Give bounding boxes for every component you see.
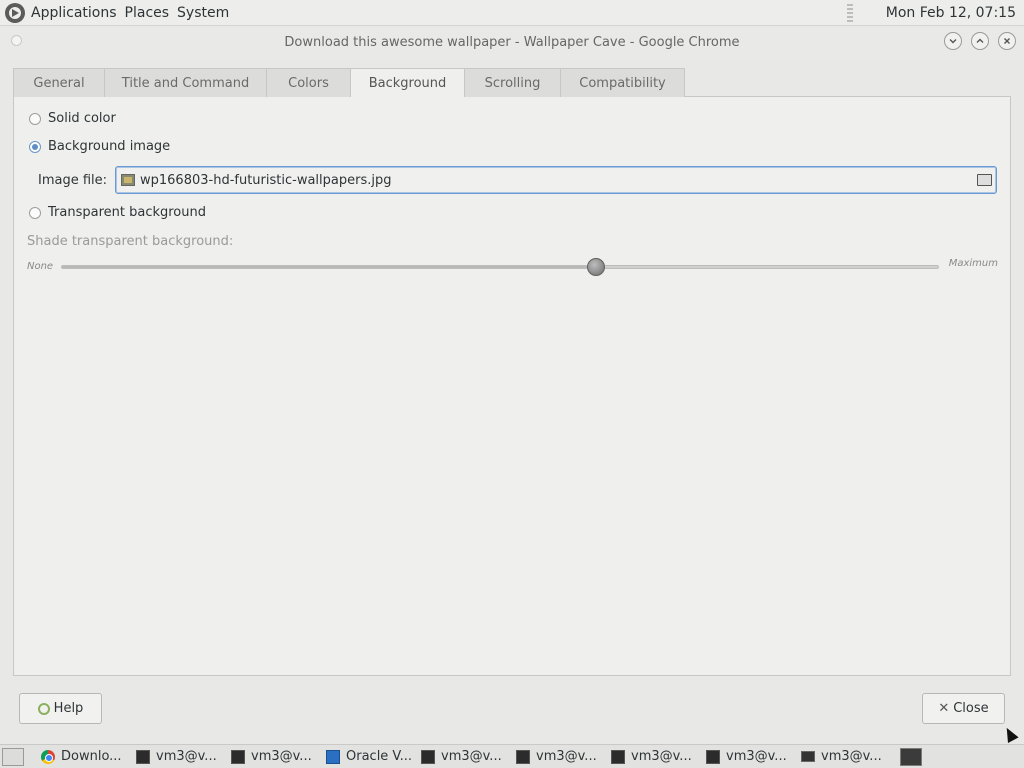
close-window-button[interactable] <box>998 32 1016 50</box>
places-menu[interactable]: Places <box>125 5 170 21</box>
tab-title-and-command[interactable]: Title and Command <box>105 68 267 97</box>
taskbar-item[interactable]: Downlo... <box>35 746 130 768</box>
help-button-label: Help <box>53 701 84 716</box>
image-file-icon <box>121 174 135 186</box>
image-file-label: Image file: <box>38 173 108 188</box>
virtualbox-icon <box>326 749 340 764</box>
taskbar-item[interactable]: vm3@v... <box>795 746 890 768</box>
background-image-option[interactable]: Background image <box>29 139 170 154</box>
window-title: Download this awesome wallpaper - Wallpa… <box>284 34 740 50</box>
tab-bar: General Title and Command Colors Backgro… <box>13 68 1011 97</box>
shade-slider-handle[interactable] <box>587 258 606 276</box>
terminal-icon <box>611 749 625 764</box>
minimize-button[interactable] <box>944 32 962 50</box>
close-icon: ✕ <box>938 701 950 716</box>
solid-color-label: Solid color <box>48 111 116 126</box>
shade-slider-fill <box>62 266 597 268</box>
window-menu-icon[interactable] <box>11 35 22 46</box>
taskbar-item[interactable]: vm3@v... <box>415 746 510 768</box>
help-icon <box>37 702 50 715</box>
transparent-background-label: Transparent background <box>48 205 206 220</box>
taskbar-item-label: vm3@v... <box>441 749 502 764</box>
background-image-label: Background image <box>48 139 171 154</box>
maximize-button[interactable] <box>971 32 989 50</box>
terminal-icon <box>706 749 720 764</box>
profile-preferences-notebook: General Title and Command Colors Backgro… <box>13 68 1011 676</box>
terminal-icon <box>136 749 150 764</box>
shade-label: Shade transparent background: <box>27 234 234 249</box>
taskbar-item[interactable]: vm3@v... <box>510 746 605 768</box>
clock[interactable]: Mon Feb 12, 07:15 <box>886 5 1016 21</box>
taskbar-item-label: vm3@v... <box>726 749 787 764</box>
chevron-up-icon <box>976 38 984 43</box>
background-image-radio[interactable] <box>29 140 41 153</box>
solid-color-radio[interactable] <box>29 112 41 125</box>
terminal-icon <box>516 749 530 764</box>
chevron-down-icon <box>949 39 957 44</box>
taskbar-item[interactable]: Oracle V... <box>320 746 415 768</box>
applications-menu[interactable]: Applications <box>31 5 117 21</box>
close-icon <box>1004 38 1010 44</box>
taskbar-item-label: vm3@v... <box>821 749 882 764</box>
transparent-background-radio[interactable] <box>29 206 41 219</box>
help-button[interactable]: Help <box>19 693 102 724</box>
tab-general[interactable]: General <box>13 68 105 97</box>
terminal-icon <box>231 749 245 764</box>
tab-scrolling[interactable]: Scrolling <box>465 68 561 97</box>
taskbar-item[interactable]: vm3@v... <box>605 746 700 768</box>
taskbar-item[interactable]: vm3@v... <box>225 746 320 768</box>
terminal-icon <box>421 749 435 764</box>
image-file-name: wp166803-hd-futuristic-wallpapers.jpg <box>140 172 392 188</box>
monitor-icon <box>801 751 815 762</box>
window-titlebar[interactable]: Download this awesome wallpaper - Wallpa… <box>0 26 1024 58</box>
taskbar-item-label: vm3@v... <box>156 749 217 764</box>
panel-drag-handle[interactable] <box>846 3 853 22</box>
close-button-label: Close <box>953 701 989 716</box>
shade-slider[interactable] <box>61 258 939 276</box>
tab-compatibility[interactable]: Compatibility <box>561 68 685 97</box>
taskbar: Downlo... vm3@v... vm3@v... Oracle V... … <box>0 744 1024 768</box>
solid-color-option[interactable]: Solid color <box>29 111 116 126</box>
background-tab-page: Solid color Background image Image file:… <box>13 96 1011 676</box>
show-desktop-icon[interactable] <box>2 747 24 766</box>
taskbar-item[interactable]: vm3@v... <box>130 746 225 768</box>
taskbar-item-label: vm3@v... <box>536 749 597 764</box>
image-file-chooser[interactable]: wp166803-hd-futuristic-wallpapers.jpg <box>115 166 997 194</box>
mate-logo-icon[interactable] <box>4 2 26 24</box>
taskbar-item[interactable]: vm3@v... <box>700 746 795 768</box>
tab-colors[interactable]: Colors <box>267 68 351 97</box>
taskbar-item-label: Oracle V... <box>346 749 413 764</box>
taskbar-item-label: vm3@v... <box>251 749 312 764</box>
top-panel: Applications Places System Mon Feb 12, 0… <box>0 0 1024 26</box>
system-menu[interactable]: System <box>177 5 229 21</box>
shade-min-label: None <box>27 261 54 272</box>
taskbar-item-label: vm3@v... <box>631 749 692 764</box>
transparent-background-option[interactable]: Transparent background <box>29 205 206 220</box>
tab-background[interactable]: Background <box>351 68 465 97</box>
tray-terminal-icon[interactable] <box>900 747 922 766</box>
close-button[interactable]: ✕ Close <box>922 693 1005 724</box>
chrome-icon <box>41 749 55 764</box>
shade-max-label: Maximum <box>948 258 998 269</box>
folder-icon[interactable] <box>977 174 992 186</box>
taskbar-item-label: Downlo... <box>61 749 122 764</box>
mouse-pointer-icon <box>1001 725 1019 743</box>
